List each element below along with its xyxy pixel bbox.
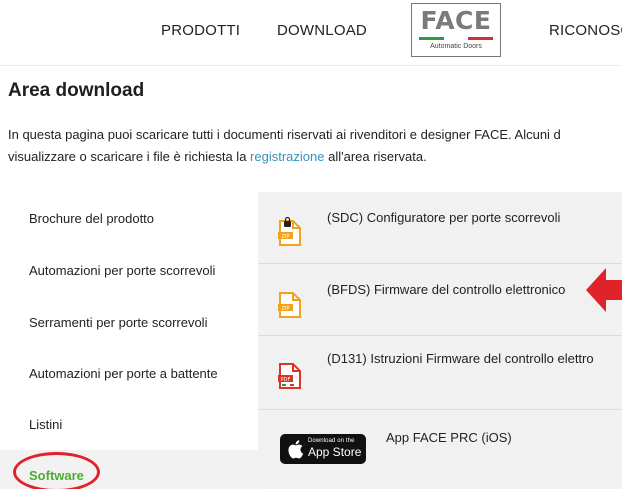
file-label: App FACE PRC (iOS) <box>386 430 512 445</box>
file-row[interactable]: Download on the App Store App FACE PRC (… <box>258 410 622 489</box>
intro-line-1: In questa pagina puoi scaricare tutti i … <box>8 127 561 142</box>
logo-subtitle: Automatic Doors <box>430 43 482 50</box>
app-store-big-text: App Store <box>308 445 362 459</box>
zip-file-icon: ZIP <box>278 292 301 318</box>
app-store-badge[interactable]: Download on the App Store <box>280 434 366 464</box>
nav-riconosc[interactable]: RICONOSC <box>549 22 622 39</box>
nav-prodotti[interactable]: PRODOTTI <box>161 22 240 39</box>
annotation-ellipse <box>13 452 100 489</box>
file-row[interactable]: PDF (D131) Istruzioni Firmware del contr… <box>258 336 622 410</box>
svg-text:PDF: PDF <box>281 377 291 383</box>
page-title: Area download <box>8 80 145 101</box>
registration-link[interactable]: registrazione <box>250 149 324 164</box>
nav-download[interactable]: DOWNLOAD <box>277 22 367 39</box>
site-header: PRODOTTI DOWNLOAD FACE Automatic Doors R… <box>0 0 622 66</box>
svg-text:ZIP: ZIP <box>282 306 290 312</box>
annotation-arrow-icon <box>586 268 622 312</box>
pdf-file-icon: PDF <box>278 363 301 389</box>
download-category-sidebar: Brochure del prodotto Automazioni per po… <box>0 192 258 489</box>
file-label: (D131) Istruzioni Firmware del controllo… <box>327 351 594 366</box>
face-logo[interactable]: FACE Automatic Doors <box>411 3 501 57</box>
intro-text: In questa pagina puoi scaricare tutti i … <box>8 124 622 168</box>
sidebar-item-sliding-frames[interactable]: Serramenti per porte scorrevoli <box>29 315 207 330</box>
intro-line-2-after: all'area riservata. <box>324 149 427 164</box>
file-row[interactable]: ZIP (BFDS) Firmware del controllo elettr… <box>258 264 622 336</box>
intro-line-2-before: visualizzare o scaricare i file è richie… <box>8 149 251 164</box>
sidebar-item-sliding-automation[interactable]: Automazioni per porte scorrevoli <box>29 263 215 278</box>
zip-locked-file-icon: ZIP <box>278 217 301 246</box>
sidebar-item-brochure[interactable]: Brochure del prodotto <box>29 211 154 226</box>
logo-wordmark: FACE <box>420 6 492 35</box>
sidebar-item-swing-automation[interactable]: Automazioni per porte a battente <box>29 366 218 381</box>
file-row[interactable]: ZIP (SDC) Configuratore per porte scorre… <box>258 192 622 264</box>
app-store-small-text: Download on the <box>308 438 355 444</box>
intro-line-2: visualizzare o scaricare i file è richie… <box>8 146 622 168</box>
svg-text:ZIP: ZIP <box>282 234 290 240</box>
sidebar-item-price-lists[interactable]: Listini <box>29 417 62 432</box>
logo-flag-stripe <box>419 37 494 40</box>
apple-icon <box>288 440 304 459</box>
file-label: (BFDS) Firmware del controllo elettronic… <box>327 282 566 297</box>
file-label: (SDC) Configuratore per porte scorrevoli <box>327 210 561 225</box>
